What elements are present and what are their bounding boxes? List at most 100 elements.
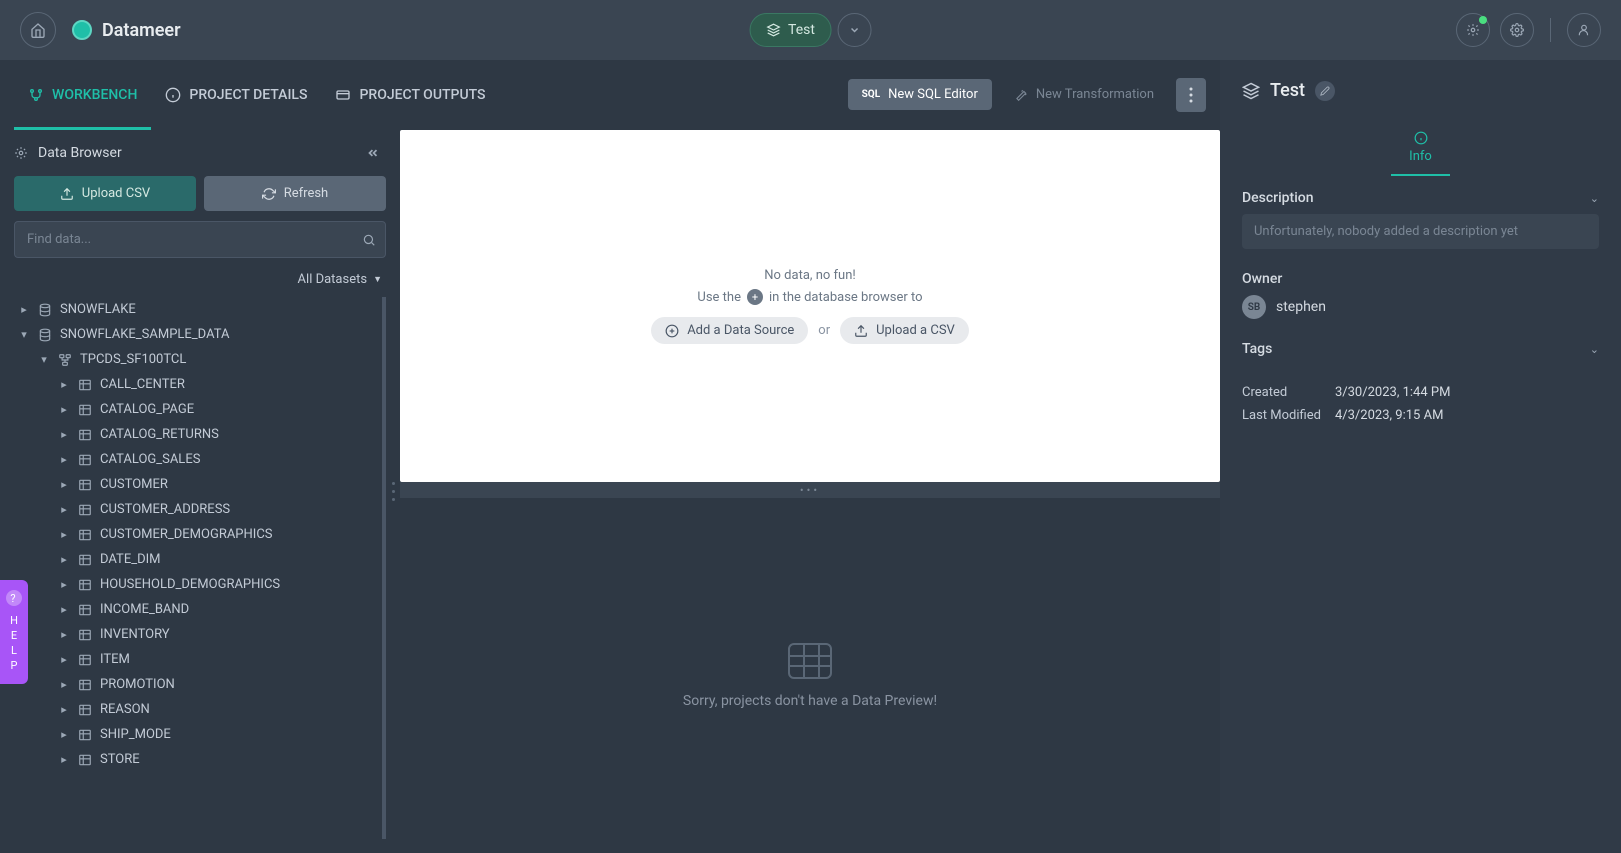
chevron-down-icon: ⌄ bbox=[1590, 343, 1599, 356]
chevron-icon: ▸ bbox=[58, 703, 70, 716]
tree-node-label: PROMOTION bbox=[100, 677, 175, 692]
tree-node[interactable]: ▸ITEM bbox=[14, 647, 378, 672]
tree-node[interactable]: ▸INCOME_BAND bbox=[14, 597, 378, 622]
chevron-icon: ▸ bbox=[58, 578, 70, 591]
tree-node[interactable]: ▸CUSTOMER_DEMOGRAPHICS bbox=[14, 522, 378, 547]
table-icon bbox=[78, 653, 92, 667]
chevron-icon: ▸ bbox=[58, 428, 70, 441]
plus-icon bbox=[665, 324, 679, 338]
refresh-button[interactable]: Refresh bbox=[204, 176, 386, 211]
table-icon bbox=[78, 703, 92, 717]
main: WORKBENCH PROJECT DETAILS PROJECT OUTPUT… bbox=[0, 60, 1621, 853]
brand-name: Datameer bbox=[102, 20, 181, 41]
resize-handle[interactable] bbox=[392, 480, 398, 504]
sidebar-title: Data Browser bbox=[38, 145, 350, 161]
chevron-down-icon bbox=[849, 24, 861, 36]
tree-node-label: HOUSEHOLD_DEMOGRAPHICS bbox=[100, 577, 280, 592]
new-sql-label: New SQL Editor bbox=[888, 87, 978, 102]
sql-icon: SQL bbox=[862, 89, 880, 100]
upload-csv-button[interactable]: Upload CSV bbox=[14, 176, 196, 211]
tree-node[interactable]: ▸CATALOG_SALES bbox=[14, 447, 378, 472]
tree-node[interactable]: ▸INVENTORY bbox=[14, 622, 378, 647]
help-label: HELP bbox=[8, 614, 21, 674]
new-sql-button[interactable]: SQL New SQL Editor bbox=[848, 79, 992, 110]
tabs-row: WORKBENCH PROJECT DETAILS PROJECT OUTPUT… bbox=[0, 60, 1220, 130]
help-tab[interactable]: ? HELP bbox=[0, 580, 28, 684]
tree-node[interactable]: ▸CUSTOMER bbox=[14, 472, 378, 497]
tree-node[interactable]: ▸ REASON bbox=[14, 697, 378, 722]
tree-node[interactable]: ▸DATE_DIM bbox=[14, 547, 378, 572]
topbar-right bbox=[1456, 13, 1601, 47]
tree-node[interactable]: ▸ PROMOTION bbox=[14, 672, 378, 697]
search-input[interactable] bbox=[14, 221, 386, 258]
tree-node[interactable]: ▸STORE bbox=[14, 747, 378, 772]
logo-icon bbox=[72, 20, 92, 40]
modified-label: Last Modified bbox=[1242, 408, 1321, 423]
properties-panel: Test Info Description ⌄ Unfortunately, n… bbox=[1220, 60, 1621, 853]
tree-node[interactable]: ▸CATALOG_RETURNS bbox=[14, 422, 378, 447]
user-button[interactable] bbox=[1567, 13, 1601, 47]
tab-details[interactable]: PROJECT DETAILS bbox=[151, 60, 321, 130]
tree-node[interactable]: ▸ HOUSEHOLD_DEMOGRAPHICS bbox=[14, 572, 378, 597]
project-pill[interactable]: Test bbox=[749, 13, 832, 47]
refresh-icon bbox=[262, 187, 276, 201]
tab-outputs[interactable]: PROJECT OUTPUTS bbox=[321, 60, 499, 130]
topbar-center: Test bbox=[749, 13, 872, 47]
tab-workbench-label: WORKBENCH bbox=[52, 87, 137, 103]
tree-node[interactable]: ▾SNOWFLAKE_SAMPLE_DATA bbox=[14, 322, 378, 347]
home-icon bbox=[30, 22, 46, 38]
add-data-source-button[interactable]: Add a Data Source bbox=[651, 317, 808, 344]
new-transformation-button[interactable]: New Transformation bbox=[1000, 79, 1168, 110]
chevron-icon: ▸ bbox=[58, 528, 70, 541]
table-icon bbox=[788, 643, 832, 679]
tree-node[interactable]: ▸SHIP_MODE bbox=[14, 722, 378, 747]
description-box[interactable]: Unfortunately, nobody added a descriptio… bbox=[1242, 214, 1599, 249]
tags-header[interactable]: Tags ⌄ bbox=[1242, 341, 1599, 357]
workbench-icon bbox=[28, 87, 44, 103]
canvas-wrap: No data, no fun! Use the + in the databa… bbox=[400, 130, 1220, 853]
tree-node[interactable]: ▸CATALOG_PAGE bbox=[14, 397, 378, 422]
search-icon bbox=[362, 233, 376, 247]
upload-icon bbox=[854, 324, 868, 338]
table-icon bbox=[78, 528, 92, 542]
tab-workbench[interactable]: WORKBENCH bbox=[14, 60, 151, 130]
more-button[interactable] bbox=[1176, 78, 1206, 112]
tree-node[interactable]: ▸CALL_CENTER bbox=[14, 372, 378, 397]
tree-node-label: REASON bbox=[100, 702, 150, 717]
description-header[interactable]: Description ⌄ bbox=[1242, 190, 1599, 206]
collapse-sidebar-button[interactable] bbox=[360, 142, 386, 164]
edit-name-button[interactable] bbox=[1315, 81, 1335, 101]
project-dropdown[interactable] bbox=[838, 13, 872, 47]
table-icon bbox=[78, 753, 92, 767]
owner-section: Owner SB stephen bbox=[1242, 271, 1599, 319]
caret-down-icon: ▼ bbox=[373, 274, 382, 285]
home-button[interactable] bbox=[20, 12, 56, 48]
tree-node[interactable]: ▸CUSTOMER_ADDRESS bbox=[14, 497, 378, 522]
theme-button[interactable] bbox=[1456, 13, 1490, 47]
upload-csv-canvas-label: Upload a CSV bbox=[876, 323, 955, 338]
top-bar: Datameer Test bbox=[0, 0, 1621, 60]
props-tab-info[interactable]: Info bbox=[1391, 123, 1450, 176]
upload-icon bbox=[60, 187, 74, 201]
tree-node-label: SNOWFLAKE_SAMPLE_DATA bbox=[60, 327, 229, 342]
new-trans-label: New Transformation bbox=[1036, 87, 1154, 102]
sidebar-buttons: Upload CSV Refresh bbox=[14, 176, 386, 211]
tree-node[interactable]: ▾TPCDS_SF100TCL bbox=[14, 347, 378, 372]
dataset-filter-dropdown[interactable]: All Datasets ▼ bbox=[298, 272, 382, 287]
canvas-buttons: Add a Data Source or Upload a CSV bbox=[651, 317, 969, 344]
chevron-icon: ▸ bbox=[58, 403, 70, 416]
canvas: No data, no fun! Use the + in the databa… bbox=[400, 130, 1220, 482]
schema-icon bbox=[58, 353, 72, 367]
chevron-icon: ▸ bbox=[58, 453, 70, 466]
settings-button[interactable] bbox=[1500, 13, 1534, 47]
wand-icon bbox=[1014, 88, 1028, 102]
data-tree[interactable]: ▸SNOWFLAKE▾SNOWFLAKE_SAMPLE_DATA▾TPCDS_S… bbox=[14, 297, 386, 839]
table-icon bbox=[78, 553, 92, 567]
chevron-icon: ▸ bbox=[58, 678, 70, 691]
search-row bbox=[14, 221, 386, 258]
tree-node[interactable]: ▸SNOWFLAKE bbox=[14, 297, 378, 322]
upload-csv-canvas-button[interactable]: Upload a CSV bbox=[840, 317, 969, 344]
drag-bar[interactable]: ••• bbox=[400, 482, 1220, 498]
canvas-empty-subtitle: Use the + in the database browser to bbox=[697, 289, 922, 305]
plus-circle-icon: + bbox=[747, 289, 763, 305]
